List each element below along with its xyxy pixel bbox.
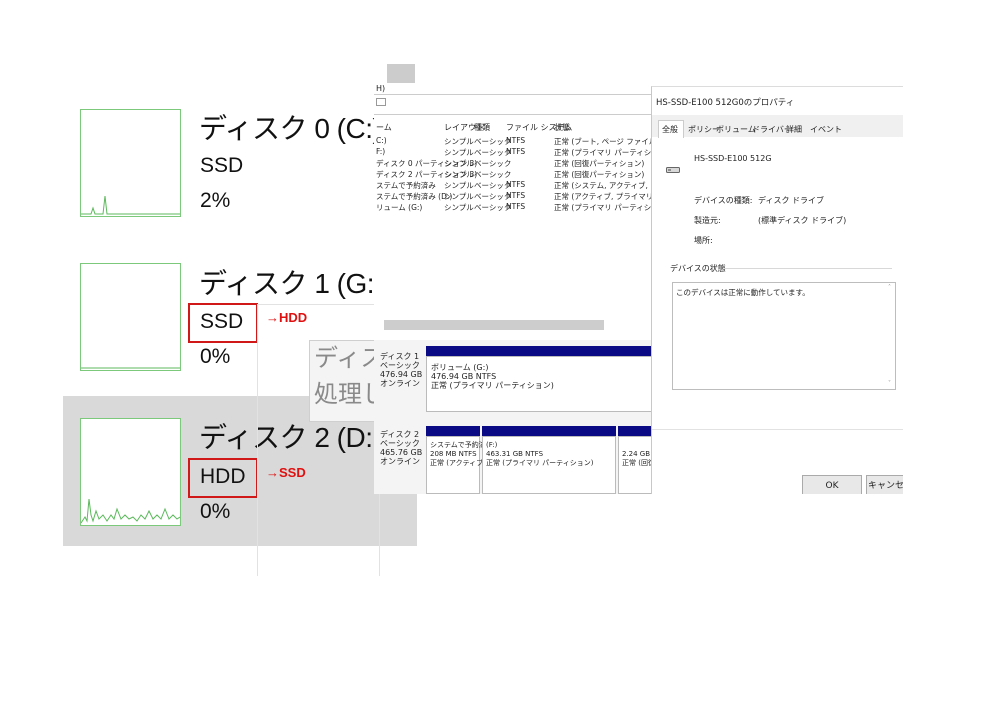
location-label: 場所: [694,236,713,245]
disk0-name[interactable]: ディスク 0 (C:) [199,107,382,147]
disk0-type: SSD [200,154,244,177]
disk2-partition1-bar [426,426,480,436]
footer-separator [652,429,903,430]
disk2-label-kind: ベーシック [380,439,420,448]
volume-cell: シンプル [444,137,474,146]
textbox-scrollbar[interactable]: ˄ ˅ [888,285,894,387]
volume-cell: 正常 (アクティブ, プライマリ パーティション [554,192,656,201]
volume-cell: NTFS [506,180,526,189]
col-type[interactable]: 種類 [474,122,490,133]
volume-cell: NTFS [506,202,526,211]
manufacturer-value: (標準ディスク ドライブ) [758,216,847,225]
volume-cell: シンプル [444,170,474,179]
partition-name: ボリューム (G:) [431,363,489,372]
ok-button[interactable]: OK [802,475,862,494]
disk1-label-name: ディスク 1 [380,352,420,361]
disk1-name[interactable]: ディスク 1 (G:) [199,262,383,302]
volume-cell: ベーシック [474,170,512,179]
disk1-label-kind: ベーシック [380,361,420,370]
disk2-partition2-bar [482,426,616,436]
partition-size: 463.31 GB NTFS [486,450,544,458]
device-name: HS-SSD-E100 512G [694,154,772,163]
disk2-label[interactable]: ディスク 2 ベーシック 465.76 GB オンライン [380,430,422,466]
properties-dialog: HS-SSD-E100 512G0のプロパティ 全般 ポリシー ボリューム ドラ… [651,86,903,494]
tooltip-line: ディスク [314,345,383,372]
view-icon[interactable] [376,98,386,106]
disk1-annotation: →HDD [266,310,308,325]
volume-cell: NTFS [506,191,526,200]
manufacturer-label: 製造元: [694,216,721,225]
volume-cell: 正常 (プライマリ パーティション) [554,148,656,157]
scroll-down-icon[interactable]: ˅ [888,381,891,387]
partition-name: (F:) [486,441,498,449]
device-status-textbox[interactable]: このデバイスは正常に動作しています。 ˄ ˅ [672,282,896,390]
disk2-activity-graph[interactable] [80,418,181,526]
disk0-usage: 2% [200,189,231,212]
disk1-label-size: 476.94 GB [380,370,423,379]
partition-size: 476.94 GB NTFS [431,372,497,381]
disk1-activity-graph[interactable] [80,263,181,371]
device-status-heading: デバイスの状態 [670,264,726,273]
disk-tooltip: ディスク 処理し [309,340,383,422]
divider-line [257,304,258,576]
volume-cell: シンプル [444,148,474,157]
device-type-value: ディスク ドライブ [758,196,824,205]
volume-cell: ベーシック [474,159,512,168]
volume-f-partition[interactable]: (F:) 463.31 GB NTFS 正常 (プライマリ パーティション) [482,436,616,494]
window-title-block [387,64,415,83]
volume-cell: ステムで予約済み (D:) [376,192,453,201]
disk1-label-state: オンライン [380,379,420,388]
disk2-type: HDD [200,465,246,488]
volume-cell: NTFS [506,147,526,156]
disk1-usage: 0% [200,345,231,368]
volume-cell: リューム (G:) [376,203,423,212]
volume-g-partition[interactable]: ボリューム (G:) 476.94 GB NTFS 正常 (プライマリ パーティ… [426,356,656,412]
toolbar-separator [374,94,656,95]
tab-volumes[interactable]: ボリューム [716,124,756,135]
horizontal-scrollbar[interactable] [384,320,604,330]
groupbox-line [724,268,892,269]
volume-cell: NTFS [506,136,526,145]
volume-cell: シンプル [444,203,474,212]
tab-general[interactable]: 全般 [662,124,678,135]
disk-management-window: H) ーム レイアウト 種類 ファイル システム 状態 C:) シンプル ベーシック… [374,84,656,494]
volume-cell: シンプル [444,159,474,168]
tab-details[interactable]: 詳細 [786,124,802,135]
volume-cell: F:) [376,147,386,156]
col-volume[interactable]: ーム [376,122,392,133]
header-separator [374,114,656,115]
disk0-activity-graph[interactable] [80,109,181,217]
volume-cell: 正常 (プライマリ パーティション) [554,203,656,212]
disk2-annotation: →SSD [266,465,306,480]
volume-cell: シンプル [444,192,474,201]
col-status[interactable]: 状態 [554,122,570,133]
volume-cell: シンプル [444,181,474,190]
volume-cell: C:) [376,136,387,145]
menu-help[interactable]: H) [376,84,385,93]
partition-status: 正常 (プライマリ パーティション) [486,459,594,467]
cancel-button[interactable]: キャンセル [866,475,903,494]
tab-events[interactable]: イベント [810,124,842,135]
disk2-label-size: 465.76 GB [380,448,423,457]
volume-cell: 正常 (システム, アクティブ, プライマリ パ [554,181,656,190]
system-reserved-partition[interactable]: システムで予約済 208 MB NTFS 正常 (アクティブ, プ [426,436,495,494]
divider-line [257,304,379,305]
dialog-title: HS-SSD-E100 512G0のプロパティ [656,98,795,108]
disk2-usage: 0% [200,500,231,523]
tooltip-line: 処理し [314,381,383,408]
volume-cell: 正常 (ブート, ページ ファイル, クラッシュ [554,137,656,146]
disk1-label[interactable]: ディスク 1 ベーシック 476.94 GB オンライン [380,352,422,388]
volume-cell: ステムで予約済み [376,181,436,190]
partition-status: 正常 (プライマリ パーティション) [431,381,554,390]
volume-cell: 正常 (回復パーティション) [554,159,645,168]
device-status-text: このデバイスは正常に動作しています。 [676,288,810,297]
disk2-label-state: オンライン [380,457,420,466]
device-type-label: デバイスの種類: [694,196,753,205]
disk-drive-icon [666,159,680,173]
disk2-label-name: ディスク 2 [380,430,420,439]
disk1-partition-bar [426,346,656,356]
disk1-type: SSD [200,310,244,333]
volume-cell: 正常 (回復パーティション) [554,170,645,179]
scroll-up-icon[interactable]: ˄ [888,285,894,291]
